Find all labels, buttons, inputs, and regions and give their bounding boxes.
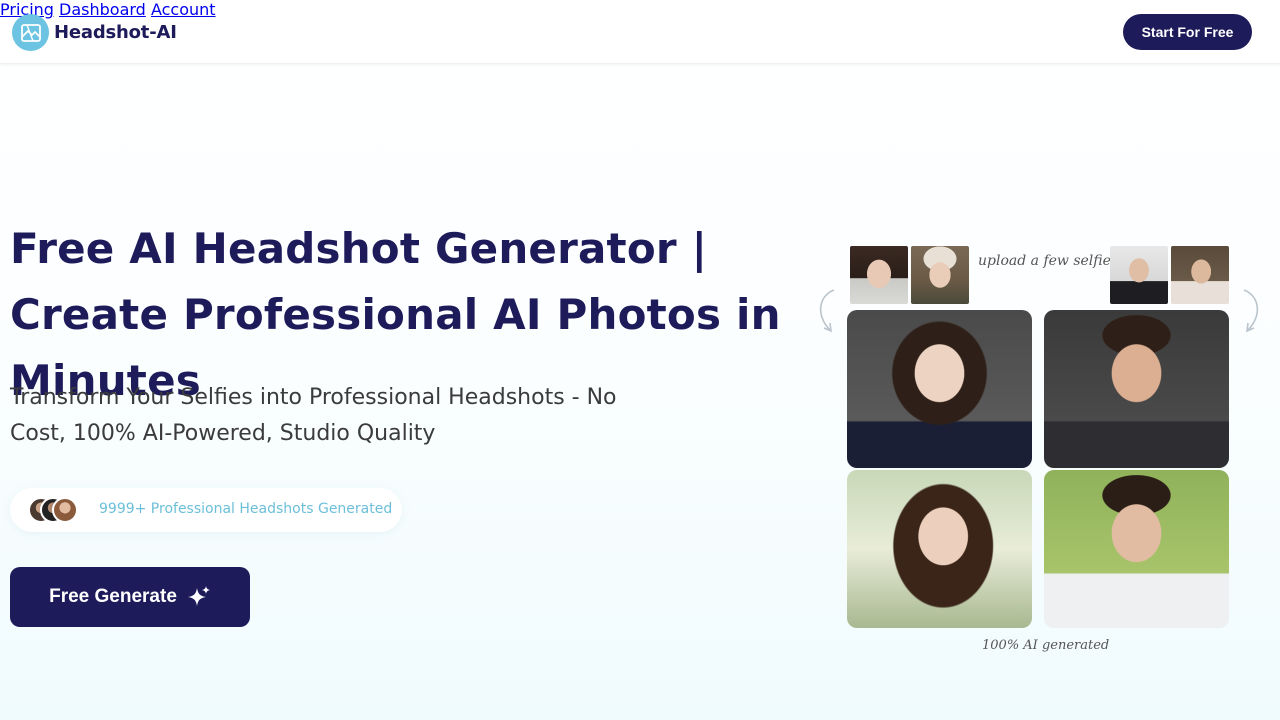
upload-selfies-caption: upload a few selfies	[978, 253, 1119, 269]
start-for-free-button[interactable]: Start For Free	[1123, 14, 1252, 50]
free-generate-button[interactable]: Free Generate	[10, 567, 250, 627]
top-navbar: Headshot-AI Pricing Dashboard Account St…	[0, 0, 1280, 64]
generated-headshot	[847, 470, 1032, 628]
free-generate-label: Free Generate	[49, 586, 177, 607]
selfie-thumbnail	[850, 246, 908, 304]
ai-generated-caption: 100% AI generated	[982, 638, 1110, 653]
selfie-thumbnail	[1171, 246, 1229, 304]
brand-name: Headshot-AI	[54, 22, 177, 43]
selfie-thumbnail	[1110, 246, 1168, 304]
generated-headshot	[1044, 310, 1229, 468]
hero-subtitle: Transform Your Selfies into Professional…	[10, 385, 617, 446]
brand-logo[interactable]: Headshot-AI	[12, 14, 177, 51]
sparkle-icon	[187, 585, 211, 609]
social-proof-text: 9999+ Professional Headshots Generated	[99, 501, 393, 517]
curved-arrow-icon	[812, 288, 838, 336]
avatar-stack	[28, 497, 88, 523]
generated-headshot	[1044, 470, 1229, 628]
curved-arrow-icon	[1240, 288, 1266, 336]
social-proof-badge: 9999+ Professional Headshots Generated	[10, 488, 402, 532]
selfie-thumbnail	[911, 246, 969, 304]
generated-headshot	[847, 310, 1032, 468]
avatar	[52, 497, 78, 523]
logo-icon	[12, 14, 49, 51]
